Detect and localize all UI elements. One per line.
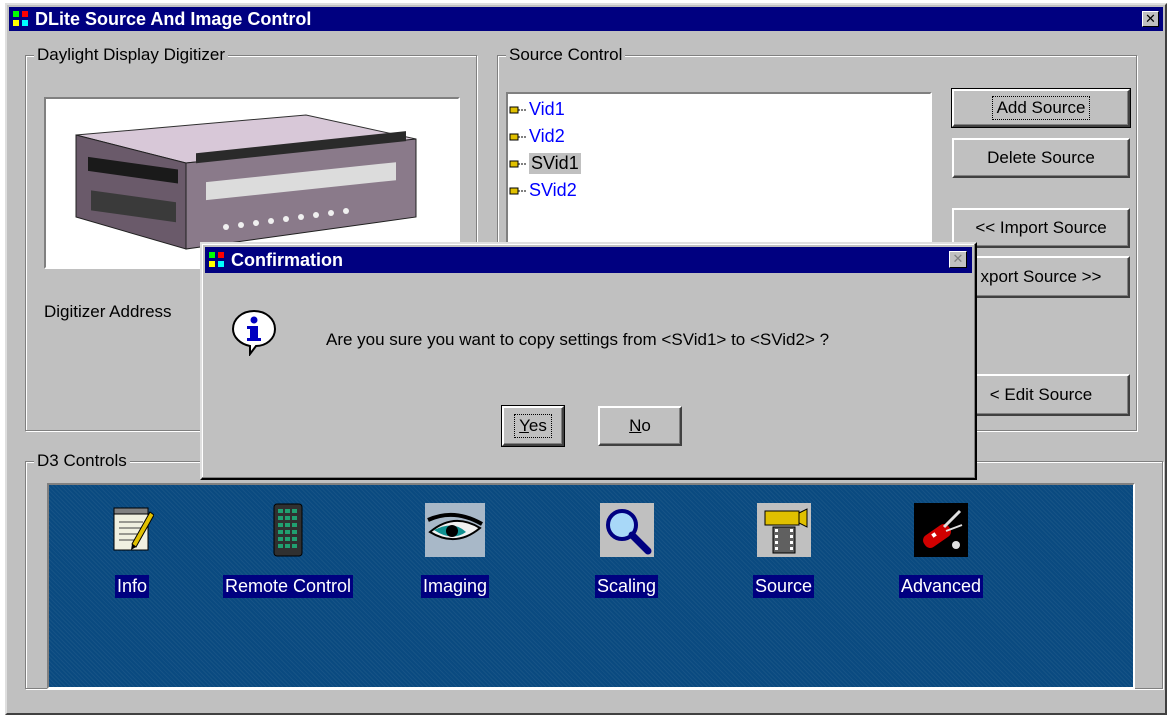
tool-source-label: Source bbox=[753, 575, 815, 598]
tool-info[interactable]: Info bbox=[105, 503, 159, 598]
digitizer-group-label: Daylight Display Digitizer bbox=[34, 45, 229, 65]
add-source-label: Add Source bbox=[991, 96, 1091, 120]
no-button-label: No bbox=[629, 416, 651, 436]
tool-advanced[interactable]: Advanced bbox=[899, 503, 984, 598]
edit-source-button[interactable]: < Edit Source bbox=[952, 374, 1130, 416]
no-mnemonic: N bbox=[629, 416, 642, 435]
dialog-title-bar[interactable]: Confirmation ✕ bbox=[205, 247, 972, 273]
source-node-icon bbox=[508, 157, 528, 171]
d3-tools-panel: Info Remote Control Imaging Scaling Sour… bbox=[47, 483, 1135, 689]
confirmation-dialog: Confirmation ✕ Are you sure you want to … bbox=[200, 242, 977, 480]
delete-source-button[interactable]: Delete Source bbox=[952, 138, 1130, 178]
source-list-item[interactable]: Vid1 bbox=[508, 96, 930, 123]
no-rest: o bbox=[641, 416, 651, 435]
export-source-button[interactable]: xport Source >> bbox=[952, 256, 1130, 298]
tool-info-label: Info bbox=[114, 575, 150, 598]
tool-imaging-label: Imaging bbox=[421, 575, 490, 598]
dialog-close-button[interactable]: ✕ bbox=[949, 251, 967, 268]
magnifier-icon bbox=[599, 503, 654, 557]
add-source-button[interactable]: Add Source bbox=[951, 88, 1131, 128]
tool-remote-control[interactable]: Remote Control bbox=[223, 503, 354, 598]
source-list-item-label: SVid2 bbox=[529, 180, 577, 200]
yes-button[interactable]: Yes bbox=[501, 405, 565, 447]
source-node-icon bbox=[508, 130, 528, 144]
dialog-title: Confirmation bbox=[231, 249, 343, 270]
tool-remote-control-label: Remote Control bbox=[223, 575, 354, 598]
tool-scaling-label: Scaling bbox=[595, 575, 659, 598]
yes-button-label: Yes bbox=[514, 414, 552, 438]
digitizer-address-label: Digitizer Address bbox=[44, 302, 172, 321]
source-node-icon bbox=[508, 184, 528, 198]
yes-rest: es bbox=[528, 416, 547, 435]
source-list-item[interactable]: SVid2 bbox=[508, 177, 930, 204]
tool-source[interactable]: Source bbox=[753, 503, 815, 598]
source-list-item-label: Vid2 bbox=[529, 126, 565, 146]
window-close-button[interactable]: ✕ bbox=[1142, 11, 1159, 27]
dialog-message: Are you sure you want to copy settings f… bbox=[326, 330, 830, 349]
remote-control-icon bbox=[261, 503, 315, 557]
tool-scaling[interactable]: Scaling bbox=[595, 503, 659, 598]
source-list-item[interactable]: SVid1 bbox=[508, 150, 930, 177]
notepad-pencil-icon bbox=[105, 503, 159, 557]
title-bar[interactable]: DLite Source And Image Control ✕ bbox=[9, 7, 1163, 31]
window-title: DLite Source And Image Control bbox=[35, 8, 312, 29]
d3-controls-group-label: D3 Controls bbox=[34, 451, 130, 471]
yes-mnemonic: Y bbox=[519, 416, 529, 435]
app-icon bbox=[13, 11, 29, 27]
tool-advanced-label: Advanced bbox=[899, 575, 984, 598]
swiss-knife-icon bbox=[914, 503, 969, 557]
source-list-item-label: SVid1 bbox=[529, 153, 581, 174]
source-list-item[interactable]: Vid2 bbox=[508, 123, 930, 150]
video-camera-icon bbox=[756, 503, 811, 557]
source-control-group-label: Source Control bbox=[506, 45, 626, 65]
dialog-app-icon bbox=[209, 252, 225, 268]
source-node-icon bbox=[508, 103, 528, 117]
tool-imaging[interactable]: Imaging bbox=[421, 503, 490, 598]
import-source-button[interactable]: << Import Source bbox=[952, 208, 1130, 248]
eye-icon bbox=[425, 503, 486, 557]
information-icon bbox=[230, 308, 278, 357]
source-list-item-label: Vid1 bbox=[529, 99, 565, 119]
no-button[interactable]: No bbox=[598, 406, 682, 446]
